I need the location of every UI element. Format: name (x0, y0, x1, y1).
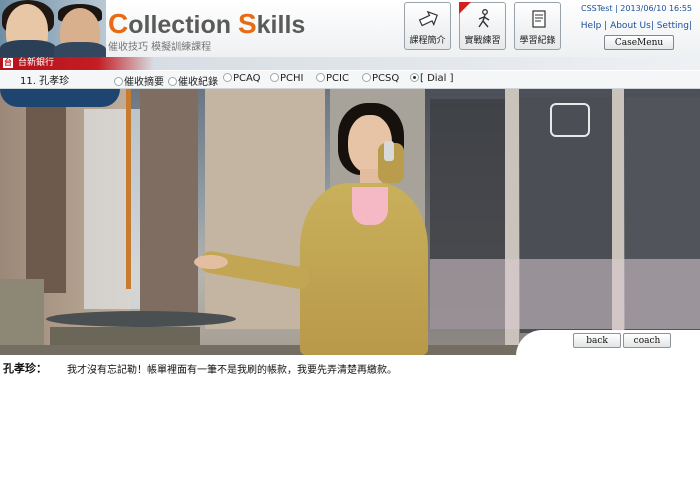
app-logo-title: Collection Skills (108, 8, 306, 39)
about-link[interactable]: About Us (610, 21, 651, 31)
tab-pcaq[interactable]: PCAQ (223, 72, 261, 84)
bank-name: 台新銀行 (18, 58, 55, 68)
setting-link[interactable]: Setting (657, 21, 689, 31)
radio-icon (168, 76, 177, 86)
radio-icon (223, 72, 232, 82)
radio-icon (362, 72, 371, 82)
learning-record-button[interactable]: 學習紀錄 (514, 2, 561, 50)
radio-icon (316, 72, 325, 82)
tab-pcic[interactable]: PCIC (316, 72, 349, 84)
tab-collection-summary[interactable]: 催收摘要 (114, 73, 164, 88)
practice-button[interactable]: 實戰練習 (459, 2, 506, 50)
app-logo-subtitle: 催收技巧 模擬訓練課程 (108, 42, 212, 53)
case-title: 11. 孔孝珍 (20, 76, 70, 87)
tab-dial[interactable]: [ Dial ] (410, 72, 454, 84)
dialog-speaker: 孔孝珍： (3, 362, 47, 375)
radio-icon (114, 76, 123, 86)
dialog-text: 我才沒有忘記勒！帳單裡面有一筆不是我刷的帳款，我要先弄清楚再繳款。 (67, 365, 397, 376)
course-intro-button[interactable]: 課程簡介 (404, 2, 451, 50)
help-link[interactable]: Help (581, 21, 602, 31)
case-menu-button[interactable]: CaseMenu (604, 35, 674, 50)
bank-strip: 台 台新銀行 (0, 57, 700, 70)
header-photo (0, 0, 106, 57)
back-button[interactable]: back (573, 333, 621, 348)
case-tab-bar: 11. 孔孝珍 催收摘要 催收紀錄 PCAQ PCHI PCIC PCSQ [ … (0, 71, 700, 89)
bank-logo-icon: 台 (3, 58, 13, 68)
radio-selected-icon (410, 72, 419, 82)
phone-icon (384, 141, 394, 161)
coach-button[interactable]: coach (623, 333, 671, 348)
tab-pcsq[interactable]: PCSQ (362, 72, 399, 84)
radio-icon (270, 72, 279, 82)
document-icon (532, 10, 546, 28)
app-header: Collection Skills 催收技巧 模擬訓練課程 課程簡介 實戰練習 … (0, 0, 700, 58)
scene-image (0, 89, 700, 355)
top-links: Help | About Us| Setting| (580, 21, 692, 31)
arrow-icon (418, 10, 438, 27)
user-info: CSSTest | 2013/06/10 16:55 (581, 4, 692, 13)
active-flag (459, 2, 471, 14)
tab-pchi[interactable]: PCHI (270, 72, 303, 84)
tab-collection-record[interactable]: 催收紀錄 (168, 73, 218, 88)
runner-icon (478, 9, 490, 28)
